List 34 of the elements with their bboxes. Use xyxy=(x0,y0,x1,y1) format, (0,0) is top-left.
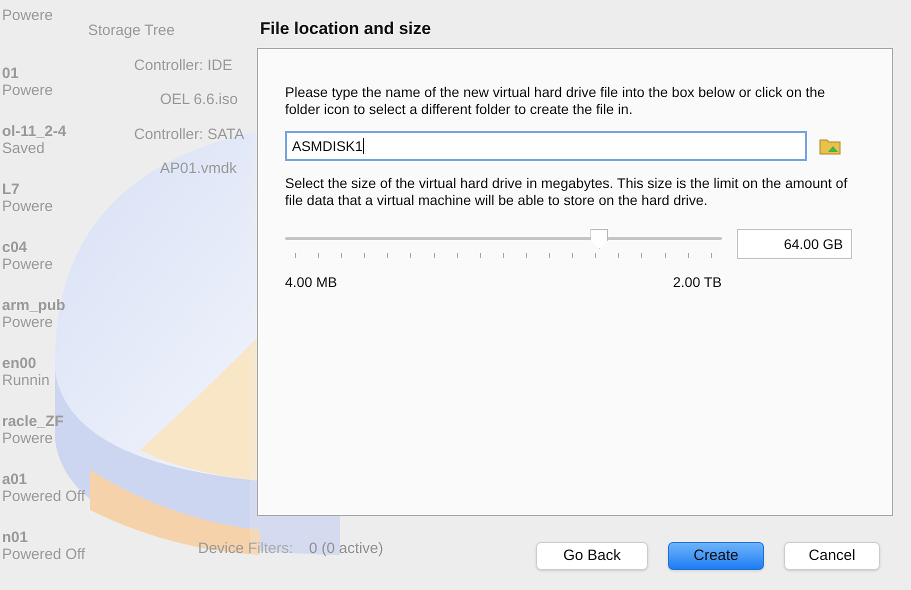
dialog-button[interactable]: Cancel xyxy=(784,542,880,570)
machine-status: Powere xyxy=(2,314,53,331)
slider-max-label: 2.00 TB xyxy=(673,273,722,292)
machine-name: racle_ZF xyxy=(2,413,64,430)
device-filters-value: 0 (0 active) xyxy=(309,538,384,558)
machine-status: Powere xyxy=(2,430,53,447)
machine-name: c04 xyxy=(2,239,28,256)
dialog-button[interactable]: Go Back xyxy=(536,542,648,570)
machine-status: Powere xyxy=(2,256,53,273)
size-instructions: Select the size of the virtual hard drive in megabytes. This size is the limit on the amount of file data that a virtual machine will be able to store on the hard drive. xyxy=(285,175,848,209)
machine-status: Powere xyxy=(2,82,53,99)
machine-status: Powered Off xyxy=(2,488,86,505)
slider-thumb[interactable] xyxy=(590,229,608,249)
size-slider[interactable] xyxy=(285,229,722,251)
dialog-title: File location and size xyxy=(259,18,431,40)
machine-name: L7 xyxy=(2,181,20,198)
machine-name: 01 xyxy=(2,65,19,82)
dialog-button[interactable]: Create xyxy=(668,542,764,570)
file-name-field[interactable]: ASMDISK1 xyxy=(285,131,807,161)
machine-status: Runnin xyxy=(2,372,50,389)
machine-name: a01 xyxy=(2,471,28,488)
machine-name: arm_pub xyxy=(2,297,66,314)
machine-status: Powered Off xyxy=(2,546,86,563)
machine-status: Saved xyxy=(2,140,45,157)
machine-status: Powere xyxy=(2,198,53,215)
size-value-field[interactable]: 64.00 GB xyxy=(736,229,852,259)
machine-name: en00 xyxy=(2,355,36,372)
slider-min-label: 4.00 MB xyxy=(285,273,338,292)
location-instructions: Please type the name of the new virtual hard drive file into the box below or click on the folder icon to select a different folder to create the file in. xyxy=(285,84,826,118)
machine-name: n01 xyxy=(2,529,28,546)
machine-name: ol-11_2-4 xyxy=(2,123,66,140)
folder-icon[interactable] xyxy=(819,137,841,155)
storage-tree-title: Storage Tree xyxy=(88,21,175,41)
machine-status: Powere xyxy=(2,7,53,24)
